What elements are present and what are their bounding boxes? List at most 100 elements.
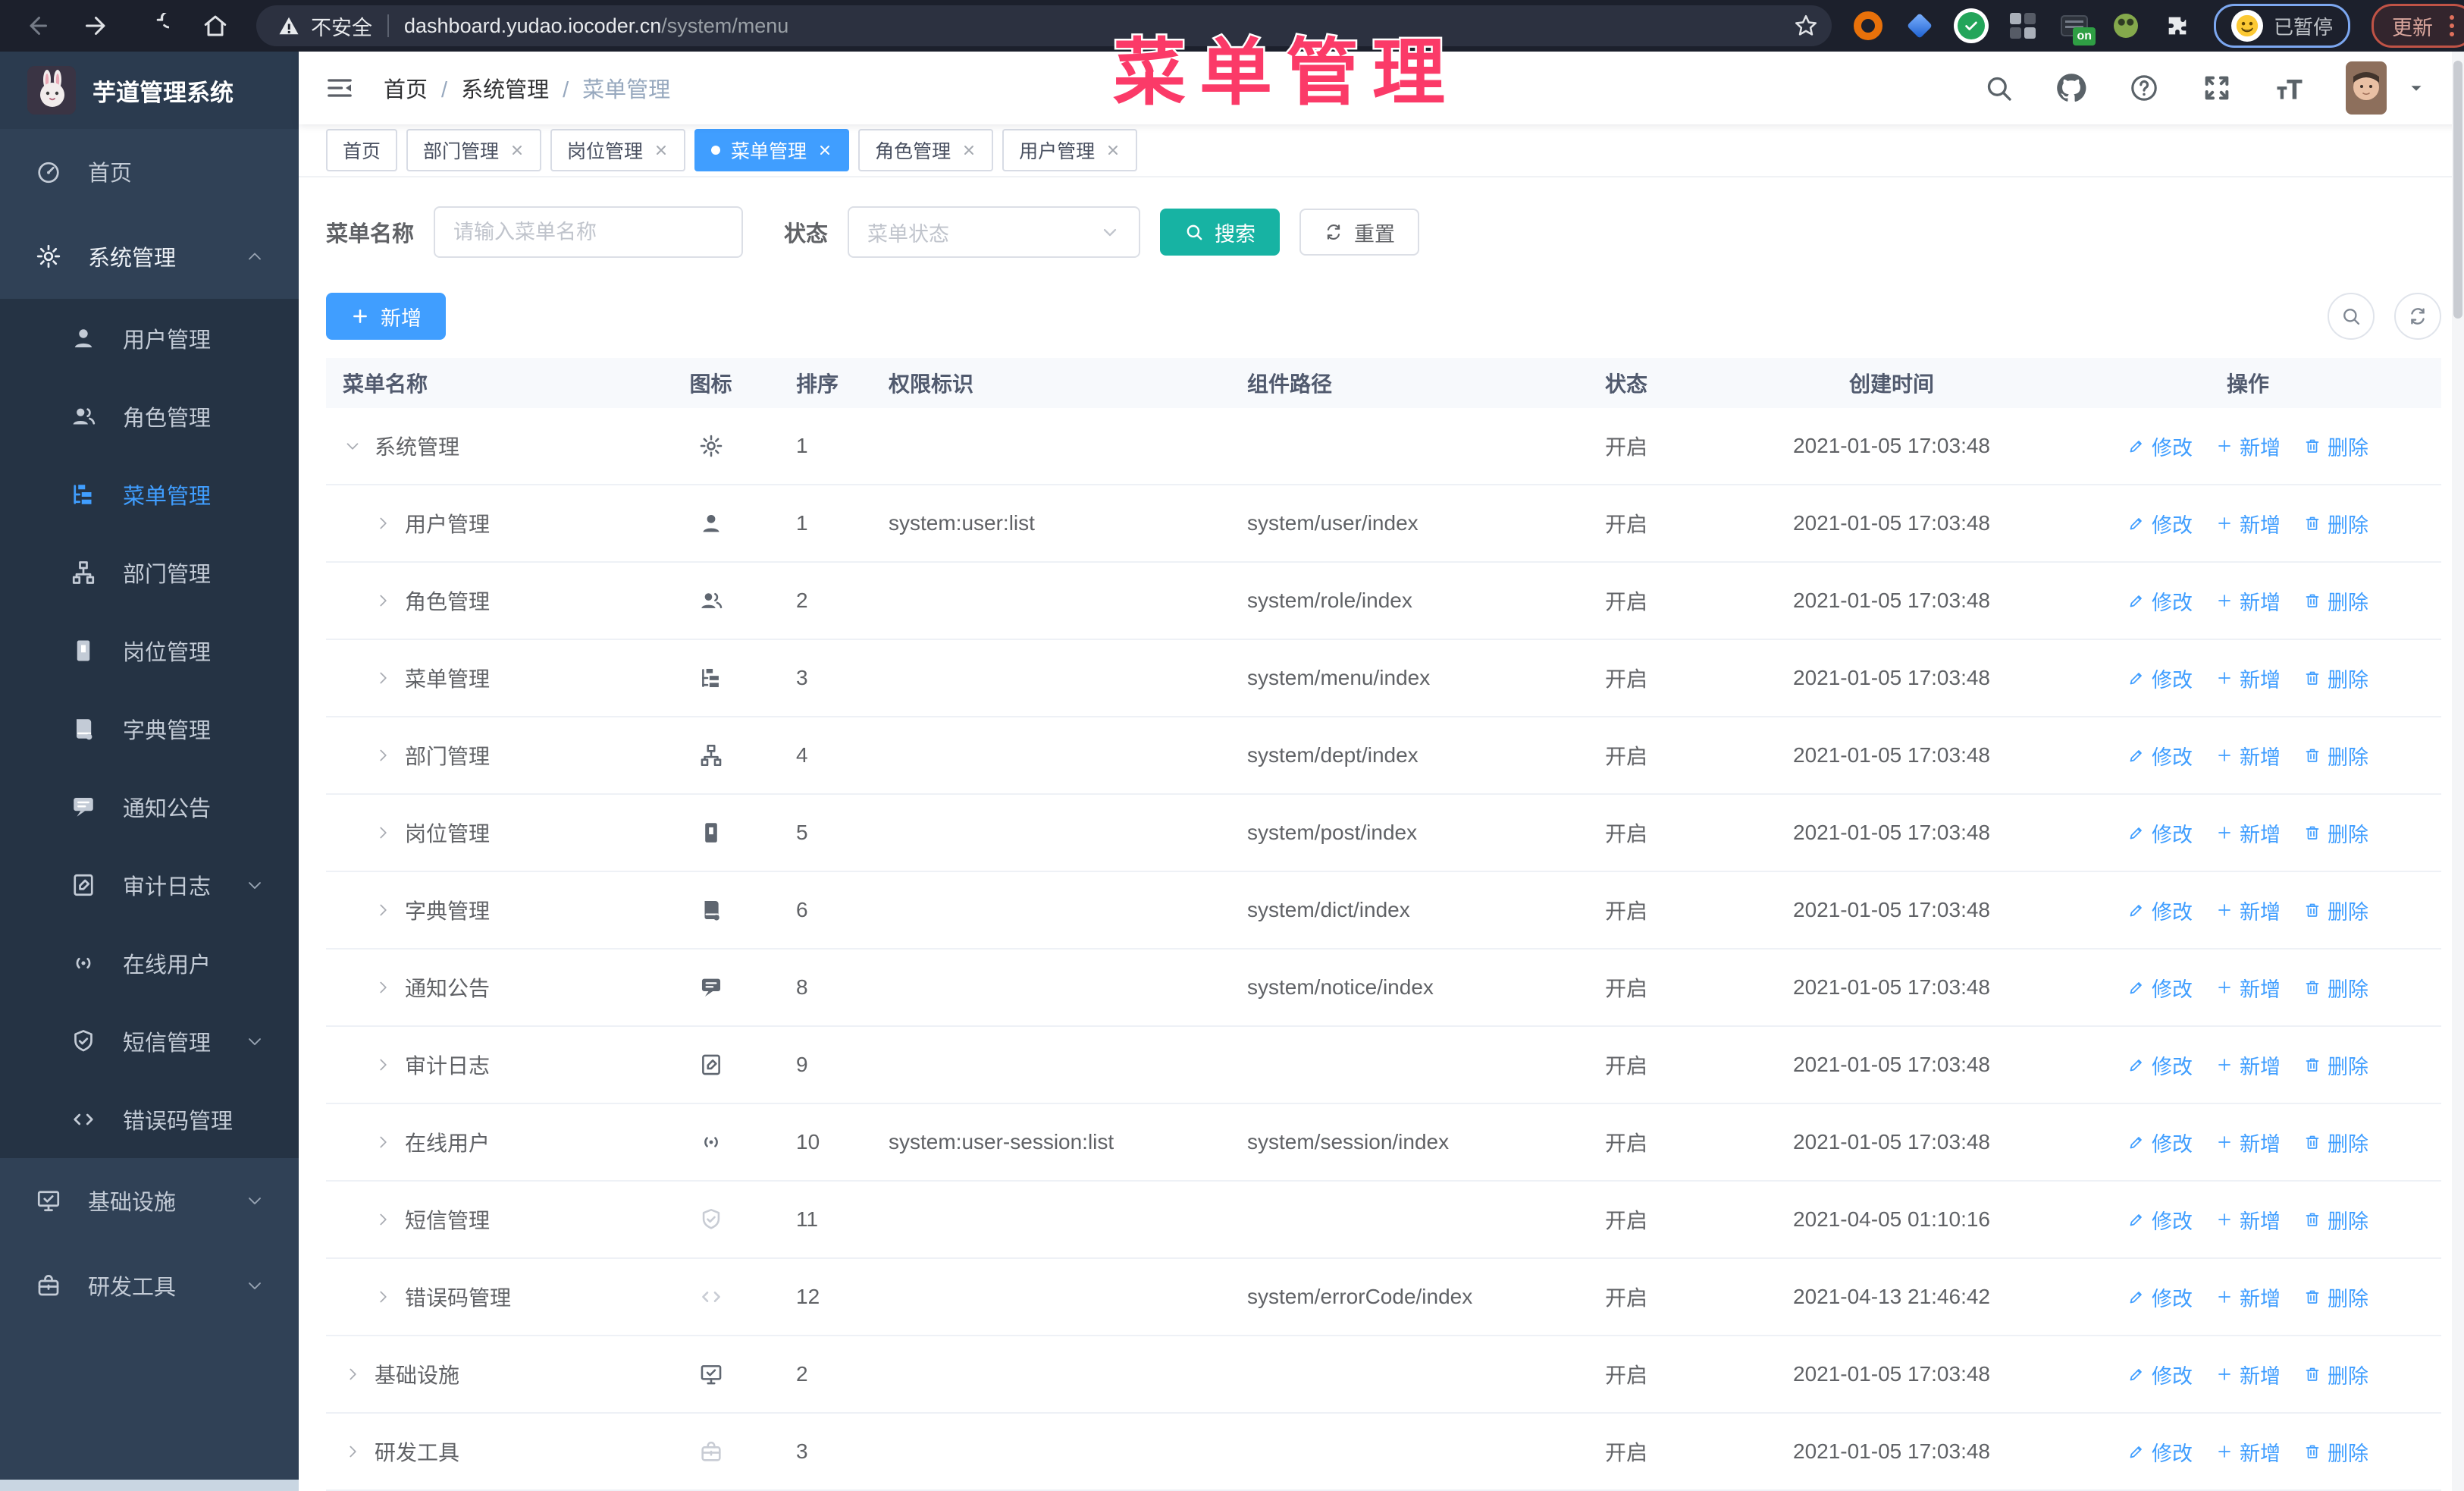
tab-用户管理[interactable]: 用户管理	[1002, 129, 1138, 172]
delete-row-link[interactable]: 删除	[2303, 973, 2368, 1003]
extension-server-icon[interactable]: on	[2059, 11, 2096, 46]
expand-row-icon[interactable]	[373, 1055, 393, 1075]
sidebar-item-gear[interactable]: 系统管理	[0, 214, 299, 299]
delete-row-link[interactable]: 删除	[2303, 1205, 2368, 1235]
close-icon[interactable]	[961, 143, 977, 158]
delete-row-link[interactable]: 删除	[2303, 1437, 2368, 1467]
expand-row-icon[interactable]	[373, 900, 393, 920]
delete-row-link[interactable]: 删除	[2303, 1128, 2368, 1157]
browser-forward-icon[interactable]	[76, 5, 118, 47]
extension-frog-icon[interactable]	[2111, 11, 2141, 41]
breadcrumb-home[interactable]: 首页	[384, 72, 428, 104]
edit-row-link[interactable]: 修改	[2127, 1360, 2193, 1389]
expand-row-icon[interactable]	[373, 1132, 393, 1152]
tab-菜单管理[interactable]: 菜单管理	[694, 129, 850, 172]
tab-首页[interactable]: 首页	[326, 129, 398, 172]
extension-donut-icon[interactable]	[1853, 11, 1883, 41]
delete-row-link[interactable]: 删除	[2303, 896, 2368, 925]
add-child-link[interactable]: 新增	[2215, 586, 2281, 616]
browser-back-icon[interactable]	[17, 5, 59, 47]
extension-gem-icon[interactable]	[1904, 11, 1935, 41]
close-icon[interactable]	[1105, 143, 1121, 158]
avatar-dropdown-icon[interactable]	[2406, 78, 2426, 98]
add-child-link[interactable]: 新增	[2215, 1050, 2281, 1080]
add-child-link[interactable]: 新增	[2215, 741, 2281, 771]
edit-row-link[interactable]: 修改	[2127, 509, 2193, 538]
add-child-link[interactable]: 新增	[2215, 973, 2281, 1003]
close-icon[interactable]	[509, 143, 525, 158]
sidebar-item-users[interactable]: 角色管理	[0, 377, 299, 455]
add-child-link[interactable]: 新增	[2215, 432, 2281, 461]
sidebar-item-tree[interactable]: 部门管理	[0, 533, 299, 611]
close-icon[interactable]	[654, 143, 669, 158]
sidebar-item-monitor[interactable]: 基础设施	[0, 1158, 299, 1243]
expand-row-icon[interactable]	[343, 1364, 362, 1384]
browser-update-button[interactable]: 更新	[2372, 4, 2464, 48]
sidebar-item-post[interactable]: 岗位管理	[0, 611, 299, 689]
search-button[interactable]: 搜索	[1160, 209, 1281, 256]
add-child-link[interactable]: 新增	[2215, 1282, 2281, 1312]
browser-menu-icon[interactable]	[2450, 15, 2455, 36]
bookmark-star-icon[interactable]	[1788, 8, 1824, 44]
tab-部门管理[interactable]: 部门管理	[406, 129, 542, 172]
browser-home-icon[interactable]	[194, 5, 237, 47]
add-child-link[interactable]: 新增	[2215, 1437, 2281, 1467]
expand-row-icon[interactable]	[373, 746, 393, 765]
menu-name-input[interactable]	[434, 206, 744, 258]
sidebar-item-dashboard[interactable]: 首页	[0, 129, 299, 214]
edit-row-link[interactable]: 修改	[2127, 1050, 2193, 1080]
expand-row-icon[interactable]	[373, 1210, 393, 1229]
delete-row-link[interactable]: 删除	[2303, 432, 2368, 461]
edit-row-link[interactable]: 修改	[2127, 664, 2193, 693]
add-child-link[interactable]: 新增	[2215, 896, 2281, 925]
delete-row-link[interactable]: 删除	[2303, 1282, 2368, 1312]
help-icon[interactable]	[2127, 71, 2161, 105]
browser-reload-icon[interactable]	[135, 5, 177, 47]
fullscreen-icon[interactable]	[2200, 71, 2234, 105]
delete-row-link[interactable]: 删除	[2303, 586, 2368, 616]
add-child-link[interactable]: 新增	[2215, 1128, 2281, 1157]
sidebar-item-tree-table[interactable]: 菜单管理	[0, 455, 299, 533]
edit-row-link[interactable]: 修改	[2127, 973, 2193, 1003]
close-icon[interactable]	[817, 143, 832, 158]
edit-row-link[interactable]: 修改	[2127, 818, 2193, 848]
sidebar-collapse-icon[interactable]	[324, 73, 355, 103]
expand-row-icon[interactable]	[373, 513, 393, 533]
breadcrumb-system[interactable]: 系统管理	[428, 72, 549, 104]
expand-row-icon[interactable]	[373, 978, 393, 997]
add-child-link[interactable]: 新增	[2215, 664, 2281, 693]
status-select[interactable]: 菜单状态	[848, 206, 1141, 258]
reset-button[interactable]: 重置	[1299, 209, 1420, 256]
edit-row-link[interactable]: 修改	[2127, 896, 2193, 925]
add-button[interactable]: 新增	[326, 293, 446, 340]
sidebar-item-online[interactable]: 在线用户	[0, 924, 299, 1002]
sidebar-item-sms[interactable]: 短信管理	[0, 1002, 299, 1080]
edit-row-link[interactable]: 修改	[2127, 432, 2193, 461]
sidebar-item-log[interactable]: 审计日志	[0, 846, 299, 924]
expand-row-icon[interactable]	[373, 823, 393, 843]
extension-grid-icon[interactable]	[2008, 11, 2038, 41]
expand-row-icon[interactable]	[373, 668, 393, 688]
address-bar[interactable]: 不安全 dashboard.yudao.iocoder.cn/system/me…	[256, 5, 1832, 46]
edit-row-link[interactable]: 修改	[2127, 1128, 2193, 1157]
header-search-icon[interactable]	[1982, 71, 2015, 105]
collapse-row-icon[interactable]	[343, 436, 362, 456]
delete-row-link[interactable]: 删除	[2303, 818, 2368, 848]
tab-角色管理[interactable]: 角色管理	[858, 129, 994, 172]
sidebar-item-tool[interactable]: 研发工具	[0, 1243, 299, 1328]
expand-row-icon[interactable]	[373, 591, 393, 611]
sidebar-item-message[interactable]: 通知公告	[0, 767, 299, 846]
add-child-link[interactable]: 新增	[2215, 509, 2281, 538]
edit-row-link[interactable]: 修改	[2127, 741, 2193, 771]
expand-row-icon[interactable]	[373, 1287, 393, 1307]
browser-profile-chip[interactable]: 已暂停	[2214, 4, 2351, 48]
delete-row-link[interactable]: 删除	[2303, 509, 2368, 538]
scrollbar-thumb[interactable]	[2453, 61, 2462, 319]
edit-row-link[interactable]: 修改	[2127, 586, 2193, 616]
edit-row-link[interactable]: 修改	[2127, 1437, 2193, 1467]
sidebar-item-code[interactable]: 错误码管理	[0, 1080, 299, 1158]
sidebar-item-dict[interactable]: 字典管理	[0, 689, 299, 767]
expand-row-icon[interactable]	[343, 1442, 362, 1461]
add-child-link[interactable]: 新增	[2215, 818, 2281, 848]
edit-row-link[interactable]: 修改	[2127, 1282, 2193, 1312]
